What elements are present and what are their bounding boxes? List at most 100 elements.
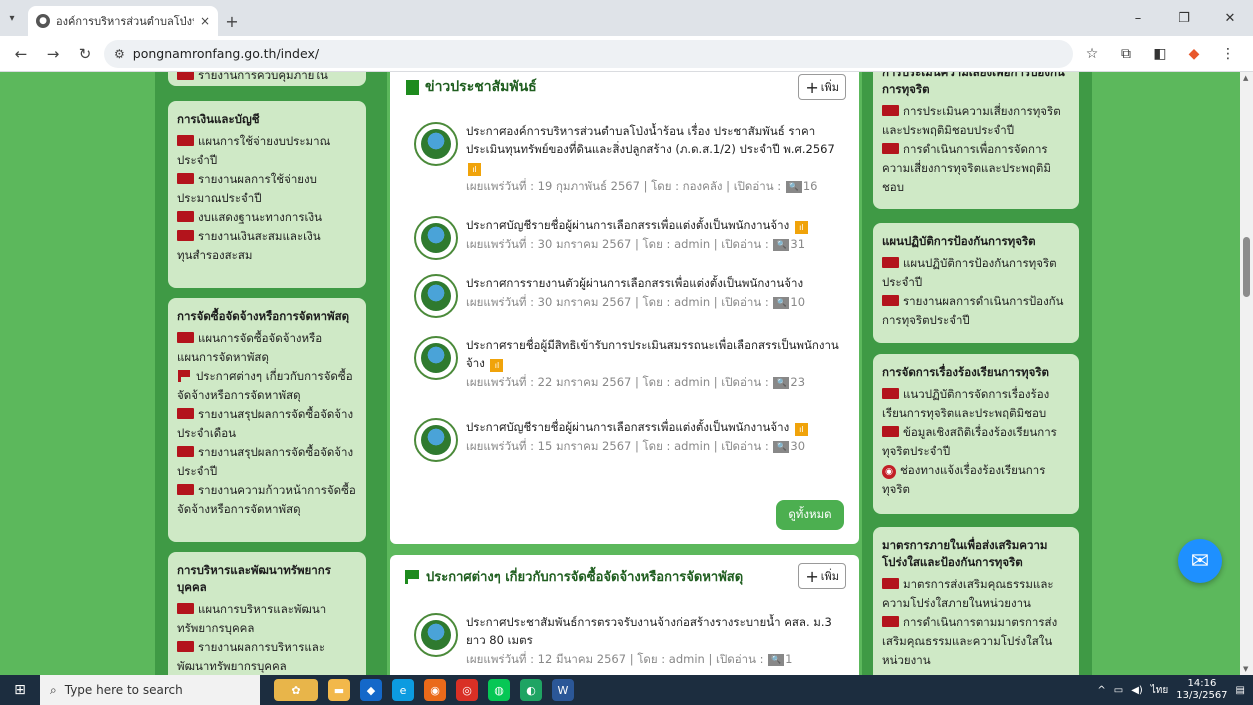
edge-icon[interactable]: e	[392, 679, 414, 701]
menu-kebab-icon[interactable]: ⋮	[1215, 41, 1241, 67]
sidebar-link[interactable]: งบแสดงฐานะทางการเงิน	[198, 210, 322, 224]
sidebar-link[interactable]: รายงานผลการใช้จ่ายงบประมาณประจำปี	[177, 172, 317, 205]
new-tab-button[interactable]: +	[218, 6, 246, 36]
news-item[interactable]: ประกาศบัญชีรายชื่อผู้ผ่านการเลือกสรรเพื่…	[414, 418, 852, 462]
sidebar-link[interactable]: มาตรการส่งเสริมคุณธรรมและความโปร่งใสภายใ…	[882, 577, 1054, 610]
close-window-icon[interactable]: ✕	[1207, 0, 1253, 36]
site-info-icon[interactable]: ⚙	[114, 47, 125, 61]
org-logo-icon	[414, 613, 458, 657]
views-icon: 🔍	[768, 654, 785, 666]
news-item[interactable]: ประกาศประชาสัมพันธ์การตรวจรับงานจ้างก่อส…	[414, 613, 844, 669]
reload-icon[interactable]: ↻	[72, 41, 98, 67]
news-item[interactable]: ประกาศบัญชีรายชื่อผู้ผ่านการเลือกสรรเพื่…	[414, 216, 852, 260]
weather-widget-icon[interactable]: ✿	[274, 679, 318, 701]
firefox-icon[interactable]: ◉	[424, 679, 446, 701]
news-title[interactable]: ประกาศรายชื่อผู้มีสิทธิเข้ารับการประเมิน…	[466, 338, 839, 370]
volume-icon[interactable]: ◀)	[1131, 685, 1143, 696]
news-title[interactable]: ประกาศบัญชีรายชื่อผู้ผ่านการเลือกสรรเพื่…	[466, 420, 789, 434]
restore-icon[interactable]: ❐	[1161, 0, 1207, 36]
scroll-up-icon[interactable]: ▲	[1243, 74, 1248, 82]
clock-date: 13/3/2567	[1176, 690, 1228, 701]
word-icon[interactable]: W	[552, 679, 574, 701]
sidebar-link[interactable]: รายงานเงินสะสมและเงินทุนสำรองสะสม	[177, 229, 321, 262]
sidebar-link[interactable]: รายงานสรุปผลการจัดซื้อจัดจ้างประจำปี	[177, 445, 353, 478]
network-icon[interactable]: ▭	[1114, 685, 1123, 696]
view-all-button[interactable]: ดูทั้งหมด	[776, 500, 844, 530]
clock[interactable]: 14:16 13/3/2567	[1176, 678, 1227, 702]
procurement-news-card: ประกาศต่างๆ เกี่ยวกับการจัดซื้อจัดจ้างหร…	[390, 555, 859, 675]
sidebar-link[interactable]: แผนการใช้จ่ายงบประมาณประจำปี	[177, 134, 330, 167]
search-icon: ⌕	[50, 682, 57, 697]
store-icon[interactable]: ◆	[360, 679, 382, 701]
procurement-box: การจัดซื้อจัดจ้างหรือการจัดหาพัสดุ แผนกา…	[168, 298, 366, 542]
news-views: 30	[790, 439, 806, 453]
views-icon: 🔍	[773, 377, 790, 389]
sidebar-link[interactable]: การดำเนินการตามมาตรการส่งเสริมคุณธรรมและ…	[882, 615, 1057, 667]
sidebar-link[interactable]: รายงานผลการดำเนินการป้องกันการทุจริตประจ…	[882, 294, 1064, 327]
views-icon: 🔍	[773, 239, 790, 251]
browser-toolbar: ← → ↻ ⚙ pongnamronfang.go.th/index/ ☆ ⧉ …	[0, 36, 1253, 72]
folder-icon	[882, 295, 899, 306]
file-explorer-icon[interactable]: ▬	[328, 679, 350, 701]
news-title[interactable]: ประกาศบัญชีรายชื่อผู้ผ่านการเลือกสรรเพื่…	[466, 218, 789, 232]
notification-icon[interactable]: ▤	[1236, 685, 1245, 696]
scrollbar-thumb[interactable]	[1243, 237, 1250, 297]
sidebar-link[interactable]: แนวปฏิบัติการจัดการเรื่องร้องเรียนการทุจ…	[882, 387, 1049, 420]
windows-start-icon[interactable]: ⊞	[0, 675, 40, 705]
scroll-down-icon[interactable]: ▼	[1243, 665, 1248, 673]
address-bar[interactable]: ⚙ pongnamronfang.go.th/index/	[104, 39, 1073, 68]
sidebar-link[interactable]: การดำเนินการเพื่อการจัดการความเสี่ยงการท…	[882, 142, 1051, 194]
sidepanel-icon[interactable]: ◧	[1147, 41, 1173, 67]
org-logo-icon	[414, 336, 458, 380]
complaint-box: การจัดการเรื่องร้องเรียนการทุจริต แนวปฏิ…	[873, 354, 1079, 514]
messenger-chat-icon[interactable]: ✉	[1178, 539, 1222, 583]
back-icon[interactable]: ←	[8, 41, 34, 67]
bookmark-star-icon[interactable]: ☆	[1079, 41, 1105, 67]
chrome-icon[interactable]: ◎	[456, 679, 478, 701]
news-title[interactable]: ประกาศประชาสัมพันธ์การตรวจรับงานจ้างก่อส…	[466, 615, 832, 647]
sidebar-link[interactable]: แผนการจัดซื้อจัดจ้างหรือแผนการจัดหาพัสดุ	[177, 331, 322, 364]
line-icon[interactable]: ◍	[488, 679, 510, 701]
sidebar-link[interactable]: การประเมินความเสี่ยงการทุจริตและประพฤติม…	[882, 104, 1061, 137]
taskbar-search[interactable]: ⌕ Type here to search	[40, 675, 260, 705]
language-indicator[interactable]: ไทย	[1151, 683, 1168, 698]
minimize-icon[interactable]: –	[1115, 0, 1161, 36]
tab-close-icon[interactable]: ×	[200, 14, 210, 28]
browser-tab[interactable]: ● องค์การบริหารส่วนตำบลโป่งน้ำร้อน อ. ×	[28, 6, 218, 36]
forward-icon[interactable]: →	[40, 41, 66, 67]
sidebar-link[interactable]: รายงานความก้าวหน้าการจัดซื้อจัดจ้างหรือก…	[177, 483, 356, 516]
sidebar-link[interactable]: แผนปฏิบัติการป้องกันการทุจริตประจำปี	[882, 256, 1057, 289]
sidebar-link[interactable]: ข้อมูลเชิงสถิติเรื่องร้องเรียนการทุจริตป…	[882, 425, 1057, 458]
folder-icon	[177, 603, 194, 614]
sidebar-link[interactable]: ช่องทางแจ้งเรื่องร้องเรียนการทุจริต	[882, 463, 1045, 496]
app-icon[interactable]: ◐	[520, 679, 542, 701]
finance-box: การเงินและบัญชี แผนการใช้จ่ายงบประมาณประ…	[168, 101, 366, 288]
extension-icon[interactable]: ◆	[1181, 41, 1207, 67]
sidebar-link[interactable]: รายงานสรุปผลการจัดซื้อจัดจ้างประจำเดือน	[177, 407, 353, 440]
globe-icon: ◉	[882, 465, 896, 479]
sidebar-link[interactable]: รายงานผลการบริหารและพัฒนาทรัพยากรบุคคล	[177, 640, 325, 673]
news-item[interactable]: ประกาศการรายงานตัวผู้ผ่านการเลือกสรรเพื่…	[414, 274, 852, 318]
news-views: 23	[790, 375, 806, 389]
views-icon: 🔍	[773, 297, 790, 309]
add-pr-button[interactable]: + เพิ่ม	[798, 74, 846, 100]
tray-chevron-icon[interactable]: ^	[1097, 685, 1105, 696]
add-label: เพิ่ม	[820, 570, 839, 583]
news-item[interactable]: ประกาศองค์การบริหารส่วนตำบลโป่งน้ำร้อน เ…	[414, 122, 852, 196]
folder-icon	[882, 578, 899, 589]
document-icon	[406, 79, 419, 95]
url-text: pongnamronfang.go.th/index/	[132, 46, 320, 61]
sidebar-link[interactable]: รายงานการควบคุมภายใน	[198, 72, 328, 82]
news-meta: เผยแพร่วันที่ : 12 มีนาคม 2567 | โดย : a…	[466, 652, 764, 666]
add-procurement-button[interactable]: + เพิ่ม	[798, 563, 846, 589]
tab-search-icon[interactable]: ▾	[0, 0, 24, 36]
news-title[interactable]: ประกาศองค์การบริหารส่วนตำบลโป่งน้ำร้อน เ…	[466, 124, 835, 156]
sidebar-link[interactable]: ประกาศต่างๆ เกี่ยวกับการจัดซื้อจัดจ้างหร…	[177, 369, 353, 402]
news-meta: เผยแพร่วันที่ : 15 มกราคม 2567 | โดย : a…	[466, 439, 769, 453]
news-item[interactable]: ประกาศรายชื่อผู้มีสิทธิเข้ารับการประเมิน…	[414, 336, 852, 392]
page-scrollbar[interactable]: ▲ ▼	[1240, 72, 1253, 675]
news-title[interactable]: ประกาศการรายงานตัวผู้ผ่านการเลือกสรรเพื่…	[466, 276, 803, 290]
sidebar-link[interactable]: แผนการบริหารและพัฒนาทรัพยากรบุคคล	[177, 602, 326, 635]
extensions-icon[interactable]: ⧉	[1113, 41, 1139, 67]
folder-icon	[177, 173, 194, 184]
